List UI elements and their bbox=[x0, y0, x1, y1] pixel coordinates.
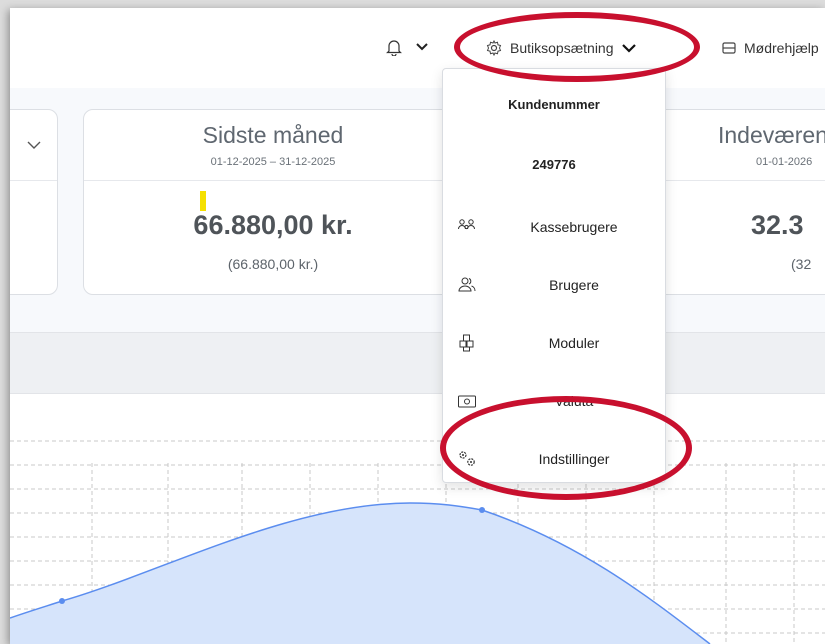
yellow-marker bbox=[200, 191, 206, 211]
shop-settings-button[interactable]: Butiksopsætning bbox=[486, 32, 636, 64]
shop-settings-dropdown: Kundenummer 249776 Kassebrugere Brugere bbox=[442, 68, 666, 483]
card-dates: 01-01-2026 bbox=[756, 156, 813, 168]
card-subvalue: (66.880,00 kr.) bbox=[227, 256, 319, 272]
chevron-down-icon bbox=[621, 44, 636, 53]
period-card-partial bbox=[10, 109, 58, 295]
modules-icon bbox=[459, 334, 474, 352]
card-value: 66.880,00 kr. bbox=[193, 210, 353, 240]
chevron-down-icon[interactable] bbox=[27, 140, 41, 150]
card-title: Sidste måned bbox=[202, 122, 344, 148]
last-month-card: Sidste måned 01-12-2025 – 31-12-2025 66.… bbox=[83, 109, 463, 295]
card-header: Sidste måned 01-12-2025 – 31-12-2025 bbox=[84, 110, 462, 181]
menu-item-label: Indstillinger bbox=[538, 451, 610, 467]
bell-icon[interactable] bbox=[386, 38, 402, 56]
currency-icon bbox=[458, 395, 476, 408]
chart-point[interactable] bbox=[479, 507, 485, 513]
card-header: Indeværende 01-01-2026 bbox=[651, 110, 825, 181]
card-value: 32.3 bbox=[751, 210, 804, 240]
filter-bar bbox=[10, 332, 825, 394]
menu-item-label: Moduler bbox=[548, 335, 600, 351]
menu-item-indstillinger[interactable]: Indstillinger bbox=[443, 439, 665, 479]
sales-chart bbox=[10, 440, 825, 644]
card-subvalue: (32 bbox=[791, 256, 812, 272]
storage-icon bbox=[722, 42, 736, 54]
card-dates: 01-12-2025 – 31-12-2025 bbox=[210, 156, 336, 168]
top-bar: Butiksopsætning Mødrehjælp bbox=[10, 8, 825, 88]
menu-item-moduler[interactable]: Moduler bbox=[443, 323, 665, 363]
menu-item-label: Brugere bbox=[549, 277, 599, 293]
gear-icon bbox=[486, 40, 502, 56]
menu-item-label: Valuta bbox=[554, 393, 594, 409]
cashier-users-icon bbox=[458, 219, 475, 230]
shop-settings-label: Butiksopsætning bbox=[510, 40, 614, 56]
chart-point[interactable] bbox=[59, 598, 65, 604]
mode-label: Mødrehjælp bbox=[744, 40, 819, 56]
app-window: Butiksopsætning Mødrehjælp Sidste måned … bbox=[10, 8, 825, 644]
settings-gears-icon bbox=[459, 451, 475, 466]
menu-item-valuta[interactable]: Valuta bbox=[443, 381, 665, 421]
current-month-card: Indeværende 01-01-2026 32.3 (32 bbox=[650, 109, 825, 295]
chevron-down-icon[interactable] bbox=[416, 42, 428, 52]
chart-area bbox=[10, 503, 710, 644]
mode-button[interactable]: Mødrehjælp bbox=[722, 32, 819, 64]
menu-item-brugere[interactable]: Brugere bbox=[443, 265, 665, 305]
menu-item-label: Kassebrugere bbox=[530, 219, 618, 235]
customer-number: 249776 bbox=[532, 157, 576, 172]
card-title: Indeværende bbox=[718, 122, 825, 148]
users-icon bbox=[458, 277, 476, 292]
menu-item-kassebrugere[interactable]: Kassebrugere bbox=[443, 207, 665, 247]
customer-number-label: Kundenummer bbox=[508, 97, 600, 112]
